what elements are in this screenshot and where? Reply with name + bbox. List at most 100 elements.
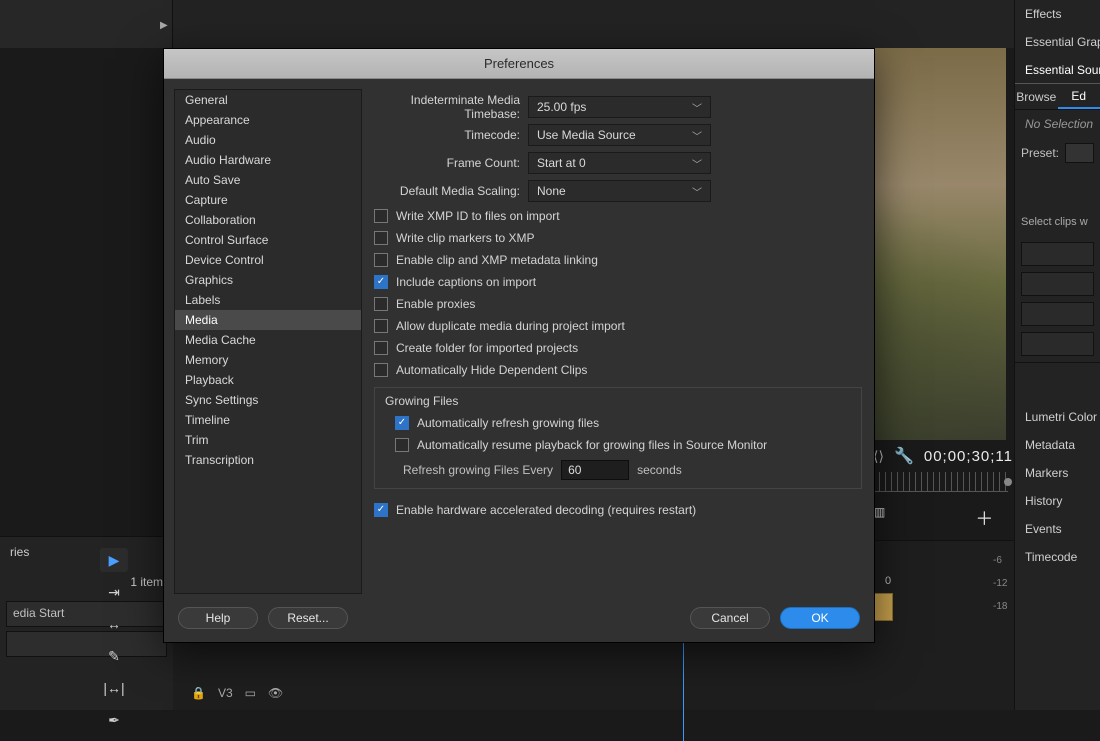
razor-tool[interactable]: ✎ bbox=[100, 644, 128, 668]
snap-icon[interactable]: ▥ bbox=[874, 505, 885, 531]
audio-type-slot-1[interactable] bbox=[1021, 242, 1094, 266]
timeline-clip[interactable] bbox=[873, 593, 893, 621]
sidebar-item-auto-save[interactable]: Auto Save bbox=[175, 170, 361, 190]
sidebar-item-audio[interactable]: Audio bbox=[175, 130, 361, 150]
auto-resume-checkbox[interactable] bbox=[395, 438, 409, 452]
select-clips-hint: Select clips w bbox=[1015, 208, 1100, 236]
timecode-label: Timecode: bbox=[372, 128, 520, 142]
dialog-title: Preferences bbox=[164, 49, 874, 79]
dup-media-checkbox[interactable] bbox=[374, 319, 388, 333]
hide-dep-checkbox[interactable] bbox=[374, 363, 388, 377]
xmp-id-label: Write XMP ID to files on import bbox=[396, 209, 560, 223]
create-folder-checkbox[interactable] bbox=[374, 341, 388, 355]
sidebar-item-control-surface[interactable]: Control Surface bbox=[175, 230, 361, 250]
tab-events[interactable]: Events bbox=[1015, 515, 1100, 543]
proxies-label: Enable proxies bbox=[396, 297, 475, 311]
ripple-edit-tool[interactable]: ↔ bbox=[100, 612, 128, 636]
auto-resume-label: Automatically resume playback for growin… bbox=[417, 438, 767, 452]
sidebar-item-transcription[interactable]: Transcription bbox=[175, 450, 361, 470]
toggle-output-icon[interactable]: ▭ bbox=[245, 686, 256, 700]
tab-metadata[interactable]: Metadata bbox=[1015, 431, 1100, 459]
xmp-id-checkbox[interactable] bbox=[374, 209, 388, 223]
auto-refresh-checkbox[interactable] bbox=[395, 416, 409, 430]
sidebar-item-collaboration[interactable]: Collaboration bbox=[175, 210, 361, 230]
tab-history[interactable]: History bbox=[1015, 487, 1100, 515]
right-lower-tabs: Lumetri Color Metadata Markers History E… bbox=[1015, 403, 1100, 571]
tab-timecode[interactable]: Timecode bbox=[1015, 543, 1100, 571]
right-panel: Effects Essential Graph Essential Soun B… bbox=[1014, 0, 1100, 710]
sidebar-item-graphics[interactable]: Graphics bbox=[175, 270, 361, 290]
scaling-label: Default Media Scaling: bbox=[372, 184, 520, 198]
lock-icon[interactable]: 🔒 bbox=[191, 686, 206, 700]
refresh-interval-input[interactable] bbox=[561, 460, 629, 480]
reset-button[interactable]: Reset... bbox=[268, 607, 348, 629]
sidebar-item-capture[interactable]: Capture bbox=[175, 190, 361, 210]
tool-column: ▶ ⇥ ↔ ✎ |↔| ✒ bbox=[100, 548, 136, 732]
hw-decode-label: Enable hardware accelerated decoding (re… bbox=[396, 503, 696, 517]
preset-field[interactable] bbox=[1065, 143, 1094, 163]
tab-essential-graphics[interactable]: Essential Graph bbox=[1015, 28, 1100, 56]
scaling-value: None bbox=[537, 184, 566, 198]
sidebar-item-media[interactable]: Media bbox=[175, 310, 361, 330]
audio-type-slot-2[interactable] bbox=[1021, 272, 1094, 296]
ok-button[interactable]: OK bbox=[780, 607, 860, 629]
track-label[interactable]: V3 bbox=[218, 686, 233, 700]
framecount-select[interactable]: Start at 0 ﹀ bbox=[528, 152, 711, 174]
timecode-bar: ⟨⟩ 🔧 00;00;30;11 bbox=[873, 446, 1013, 466]
proxies-checkbox[interactable] bbox=[374, 297, 388, 311]
wrench-icon[interactable]: 🔧 bbox=[894, 446, 914, 466]
timecode-select[interactable]: Use Media Source ﹀ bbox=[528, 124, 711, 146]
project-row[interactable] bbox=[6, 631, 167, 657]
timebase-select[interactable]: 25.00 fps ﹀ bbox=[528, 96, 711, 118]
toggle-sync-icon[interactable]: 👁 bbox=[268, 686, 283, 700]
preset-label: Preset: bbox=[1021, 146, 1059, 160]
subtab-edit[interactable]: Ed bbox=[1058, 84, 1100, 109]
sidebar-item-appearance[interactable]: Appearance bbox=[175, 110, 361, 130]
no-selection-label: No Selection bbox=[1015, 110, 1100, 138]
subtab-browse[interactable]: Browse bbox=[1015, 84, 1058, 109]
hw-decode-checkbox[interactable] bbox=[374, 503, 388, 517]
sidebar-item-labels[interactable]: Labels bbox=[175, 290, 361, 310]
pen-tool[interactable]: ✒ bbox=[100, 708, 128, 732]
tab-lumetri-color[interactable]: Lumetri Color bbox=[1015, 403, 1100, 431]
zoom-knob[interactable] bbox=[1004, 478, 1012, 486]
timecode-display[interactable]: 00;00;30;11 bbox=[924, 448, 1013, 465]
sidebar-item-audio-hardware[interactable]: Audio Hardware bbox=[175, 150, 361, 170]
selection-tool[interactable]: ▶ bbox=[100, 548, 128, 572]
sidebar-item-general[interactable]: General bbox=[175, 90, 361, 110]
sidebar-item-playback[interactable]: Playback bbox=[175, 370, 361, 390]
scaling-select[interactable]: None ﹀ bbox=[528, 180, 711, 202]
track-select-tool[interactable]: ⇥ bbox=[100, 580, 128, 604]
captions-checkbox[interactable] bbox=[374, 275, 388, 289]
scale-18: -18 bbox=[993, 601, 1007, 612]
zoom-ruler[interactable] bbox=[873, 472, 1008, 492]
growing-files-legend: Growing Files bbox=[385, 394, 851, 408]
sidebar-item-trim[interactable]: Trim bbox=[175, 430, 361, 450]
audio-type-slot-4[interactable] bbox=[1021, 332, 1094, 356]
track-zero-label: 0 bbox=[885, 575, 891, 587]
tab-markers[interactable]: Markers bbox=[1015, 459, 1100, 487]
dup-media-label: Allow duplicate media during project imp… bbox=[396, 319, 625, 333]
auto-refresh-label: Automatically refresh growing files bbox=[417, 416, 599, 430]
sidebar-item-device-control[interactable]: Device Control bbox=[175, 250, 361, 270]
sidebar-item-media-cache[interactable]: Media Cache bbox=[175, 330, 361, 350]
help-button[interactable]: Help bbox=[178, 607, 258, 629]
project-column-header[interactable]: edia Start bbox=[6, 601, 167, 627]
sidebar-item-sync-settings[interactable]: Sync Settings bbox=[175, 390, 361, 410]
sidebar-item-timeline[interactable]: Timeline bbox=[175, 410, 361, 430]
audio-meter-scale: -6 -12 -18 bbox=[993, 555, 1007, 612]
clip-markers-checkbox[interactable] bbox=[374, 231, 388, 245]
chevron-down-icon: ﹀ bbox=[692, 156, 702, 171]
tab-essential-sound[interactable]: Essential Soun bbox=[1015, 56, 1100, 84]
sidebar-item-memory[interactable]: Memory bbox=[175, 350, 361, 370]
add-marker-icon[interactable]: ＋ bbox=[975, 505, 993, 531]
timebase-value: 25.00 fps bbox=[537, 100, 586, 114]
slip-tool[interactable]: |↔| bbox=[100, 676, 128, 700]
expand-arrow-icon[interactable]: ▶ bbox=[160, 20, 168, 31]
audio-type-slot-3[interactable] bbox=[1021, 302, 1094, 326]
timebase-label: Indeterminate Media Timebase: bbox=[372, 93, 520, 121]
xmp-linking-checkbox[interactable] bbox=[374, 253, 388, 267]
tab-effects[interactable]: Effects bbox=[1015, 0, 1100, 28]
project-tab-label[interactable]: ries bbox=[10, 545, 29, 559]
cancel-button[interactable]: Cancel bbox=[690, 607, 770, 629]
